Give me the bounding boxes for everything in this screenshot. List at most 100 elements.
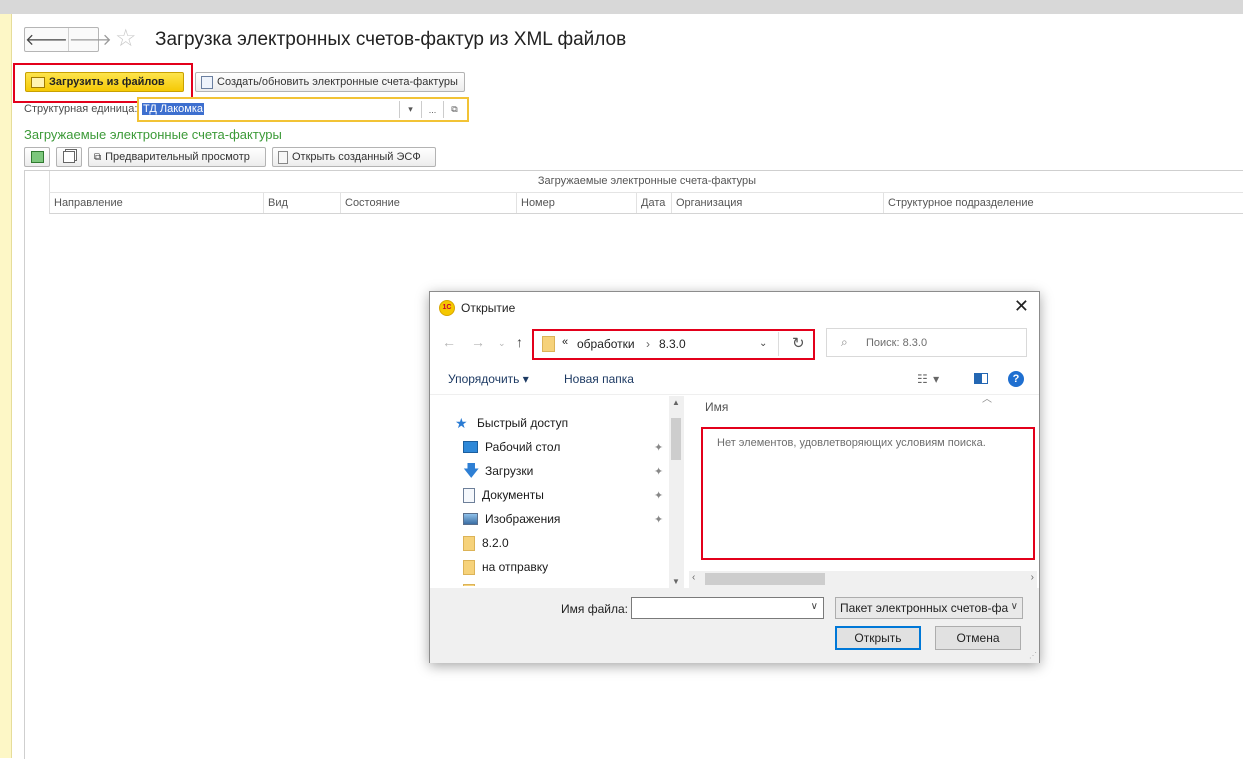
tree-item-desktop[interactable]: Рабочий стол xyxy=(463,437,560,457)
tree-item-label: Изображения xyxy=(485,512,561,526)
open-item-icon[interactable]: ⧉ xyxy=(443,101,465,118)
quick-access-star-icon: ★ xyxy=(455,414,468,431)
tree-item-label: Документы xyxy=(482,488,544,502)
search-icon: ⌕ xyxy=(841,335,848,349)
preview-button[interactable]: ⧉ Предварительный просмотр xyxy=(88,147,266,167)
chevron-down-icon: ∨ xyxy=(1008,601,1018,612)
recent-dropdown-icon[interactable]: ⌄ xyxy=(498,338,506,349)
pin-icon: ✦ xyxy=(654,442,664,454)
toolbar-divider xyxy=(430,394,1039,395)
filename-label: Имя файла: xyxy=(561,602,628,616)
tree-item-downloads[interactable]: 🡇 Загрузки xyxy=(463,461,533,481)
back-arrow-icon[interactable]: 🡐 xyxy=(25,28,68,51)
column-state[interactable]: Состояние xyxy=(340,193,516,213)
tree-item-label: Быстрый доступ xyxy=(477,416,569,430)
document-refresh-icon xyxy=(201,75,213,89)
tree-item-label: на отправку xyxy=(482,560,549,574)
column-number[interactable]: Номер xyxy=(516,193,636,213)
file-type-value: Пакет электронных счетов-фа xyxy=(840,601,1009,615)
check-all-icon xyxy=(30,151,44,163)
download-icon: 🡇 xyxy=(463,462,480,480)
folder-icon xyxy=(463,559,475,575)
pin-icon: ✦ xyxy=(654,514,664,526)
column-subdivision[interactable]: Структурное подразделение xyxy=(883,193,1243,213)
open-created-esf-label: Открыть созданный ЭСФ xyxy=(292,151,421,163)
tree-item-label: Загрузки xyxy=(485,464,534,478)
history-nav: 🡐 🡒 xyxy=(24,27,112,52)
chevron-down-icon[interactable]: ▾ xyxy=(399,101,421,118)
column-name-header[interactable]: Имя xyxy=(705,400,728,414)
uncheck-all-button[interactable] xyxy=(56,147,82,167)
tree-item-quick-access[interactable]: ★ Быстрый доступ xyxy=(455,413,568,433)
uncheck-all-icon xyxy=(63,151,75,163)
up-arrow-icon[interactable]: ↑ xyxy=(516,334,523,350)
forward-nav-icon[interactable]: → xyxy=(471,334,485,350)
scroll-down-icon[interactable]: ▼ xyxy=(672,577,680,586)
new-folder-button[interactable]: Новая папка xyxy=(564,372,634,386)
folder-icon xyxy=(463,583,475,586)
preview-label: Предварительный просмотр xyxy=(105,151,250,163)
tree-item-images[interactable]: Изображения xyxy=(463,509,560,529)
tree-item-label: 8.2.0 xyxy=(482,536,509,550)
document-icon xyxy=(278,150,288,164)
preview-pane-icon[interactable] xyxy=(974,373,988,384)
document-icon xyxy=(463,487,475,503)
close-icon[interactable]: ✕ xyxy=(1014,296,1029,317)
scroll-up-icon[interactable]: ▲ xyxy=(672,398,680,407)
window-top-strip xyxy=(0,0,1243,14)
tree-item-folder-820[interactable]: 8.2.0 xyxy=(463,533,509,553)
open-window-icon: ⧉ xyxy=(94,151,102,163)
left-panel-strip xyxy=(0,14,12,758)
app-logo-icon: 1С xyxy=(439,300,455,316)
unit-label: Структурная единица: xyxy=(24,103,138,115)
scroll-right-icon[interactable]: › xyxy=(1031,572,1034,583)
check-all-button[interactable] xyxy=(24,147,50,167)
chevron-down-icon[interactable]: ∨ xyxy=(811,601,818,612)
tree-item-to-send[interactable]: на отправку xyxy=(463,557,548,577)
dialog-title: Открытие xyxy=(461,301,516,315)
unit-field[interactable]: ТД Лакомка ▾ ... ⧉ xyxy=(137,97,469,122)
column-kind[interactable]: Вид xyxy=(263,193,340,213)
scroll-thumb[interactable] xyxy=(705,573,825,585)
tree-item-label: Рабочий стол xyxy=(485,440,561,454)
organize-menu[interactable]: Упорядочить ▾ xyxy=(448,372,529,386)
highlight-address-bar xyxy=(532,329,815,360)
back-nav-icon[interactable]: ← xyxy=(442,334,456,350)
file-list-scrollbar[interactable]: ‹ › xyxy=(689,571,1037,588)
column-direction[interactable]: Направление xyxy=(50,193,263,213)
search-input[interactable]: ⌕ Поиск: 8.3.0 xyxy=(826,328,1027,357)
open-button[interactable]: Открыть xyxy=(835,626,921,650)
column-date[interactable]: Дата xyxy=(636,193,671,213)
highlight-file-list xyxy=(701,427,1035,560)
create-update-invoices-label: Создать/обновить электронные счета-факту… xyxy=(217,76,458,88)
table-group-header: Загружаемые электронные счета-фактуры xyxy=(49,171,1243,193)
tree-item-partial[interactable] xyxy=(463,581,482,586)
table-header-row: Направление Вид Состояние Номер Дата Орг… xyxy=(49,193,1243,214)
scroll-thumb[interactable] xyxy=(671,418,681,460)
resize-grip-icon[interactable]: ⋰ xyxy=(1029,651,1037,660)
column-organization[interactable]: Организация xyxy=(671,193,883,213)
pin-icon: ✦ xyxy=(654,490,664,502)
section-title: Загружаемые электронные счета-фактуры xyxy=(24,127,282,142)
scroll-left-icon[interactable]: ‹ xyxy=(692,572,695,583)
search-placeholder: Поиск: 8.3.0 xyxy=(866,337,928,349)
navigation-tree: ★ Быстрый доступ Рабочий стол ✦ 🡇 Загруз… xyxy=(431,396,671,586)
cancel-button[interactable]: Отмена xyxy=(935,626,1021,650)
pin-icon: ✦ xyxy=(654,466,664,478)
forward-arrow-icon[interactable]: 🡒 xyxy=(67,28,112,51)
folder-icon xyxy=(463,535,475,551)
tree-scrollbar[interactable]: ▲ ▼ xyxy=(669,396,684,588)
file-open-dialog: 1С Открытие ✕ ← → ⌄ ↑ « обработки › 8.3.… xyxy=(429,291,1040,663)
page-title: Загрузка электронных счетов-фактур из XM… xyxy=(155,29,627,50)
desktop-icon xyxy=(463,441,478,453)
create-update-invoices-button[interactable]: Создать/обновить электронные счета-факту… xyxy=(195,72,465,92)
help-icon[interactable]: ? xyxy=(1008,371,1024,387)
select-ellipsis-icon[interactable]: ... xyxy=(421,101,443,118)
favorite-star-icon[interactable]: ☆ xyxy=(115,25,137,53)
unit-value: ТД Лакомка xyxy=(142,103,204,115)
tree-item-documents[interactable]: Документы xyxy=(463,485,544,505)
view-options-icon[interactable]: ☷ ▾ xyxy=(917,372,940,386)
file-type-select[interactable]: ∨ Пакет электронных счетов-фа xyxy=(835,597,1023,619)
filename-input[interactable]: ∨ xyxy=(631,597,824,619)
open-created-esf-button[interactable]: Открыть созданный ЭСФ xyxy=(272,147,436,167)
